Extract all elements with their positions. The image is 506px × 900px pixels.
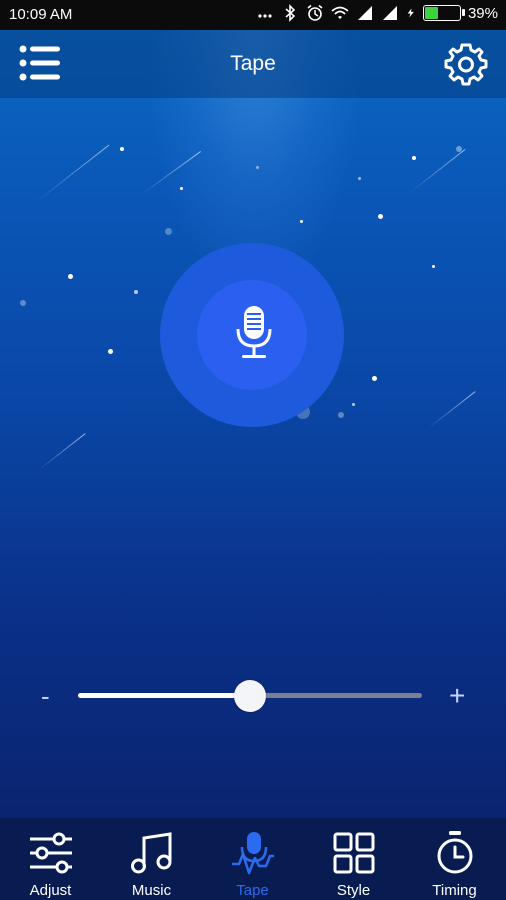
battery-percent: 39% bbox=[467, 4, 498, 22]
status-bar: 10:09 AM 39% bbox=[0, 0, 506, 30]
tab-label: Tape bbox=[236, 882, 269, 899]
status-icons: 39% bbox=[256, 4, 498, 22]
volume-slider-fill bbox=[78, 693, 250, 698]
charging-icon bbox=[407, 8, 414, 18]
app-header: Tape bbox=[0, 30, 506, 98]
dots-icon bbox=[258, 14, 272, 18]
battery-icon bbox=[422, 5, 465, 21]
stopwatch-icon bbox=[437, 831, 473, 874]
tab-label: Timing bbox=[432, 882, 477, 899]
battery-fill bbox=[424, 7, 438, 19]
signal-icon bbox=[382, 6, 397, 20]
signal-icon bbox=[357, 6, 372, 20]
wifi-icon bbox=[331, 6, 349, 19]
tab-timing[interactable]: Timing bbox=[404, 818, 505, 900]
bottom-nav: Adjust Music Tape Style Timing bbox=[0, 818, 506, 900]
sliders-icon bbox=[30, 832, 72, 874]
volume-plus[interactable]: + bbox=[449, 680, 465, 712]
bluetooth-icon bbox=[285, 4, 296, 22]
tape-mic-icon bbox=[232, 832, 274, 875]
grid-icon bbox=[333, 832, 375, 874]
volume-minus[interactable]: - bbox=[41, 681, 50, 712]
tab-label: Adjust bbox=[29, 882, 72, 899]
tab-adjust[interactable]: Adjust bbox=[0, 818, 101, 900]
app-screen: 10:09 AM 39% Tape - + Adjust Music Tape … bbox=[0, 0, 506, 900]
status-time: 10:09 AM bbox=[9, 6, 73, 23]
tab-tape[interactable]: Tape bbox=[202, 818, 303, 900]
tab-label: Style bbox=[336, 882, 371, 899]
microphone-icon bbox=[236, 306, 272, 358]
alarm-icon bbox=[307, 4, 323, 21]
tab-style[interactable]: Style bbox=[303, 818, 404, 900]
music-note-icon bbox=[131, 832, 172, 874]
tab-label: Music bbox=[131, 882, 172, 899]
tab-music[interactable]: Music bbox=[101, 818, 202, 900]
page-title: Tape bbox=[230, 52, 276, 75]
gear-icon[interactable] bbox=[444, 42, 488, 86]
volume-slider-thumb[interactable] bbox=[234, 680, 266, 712]
